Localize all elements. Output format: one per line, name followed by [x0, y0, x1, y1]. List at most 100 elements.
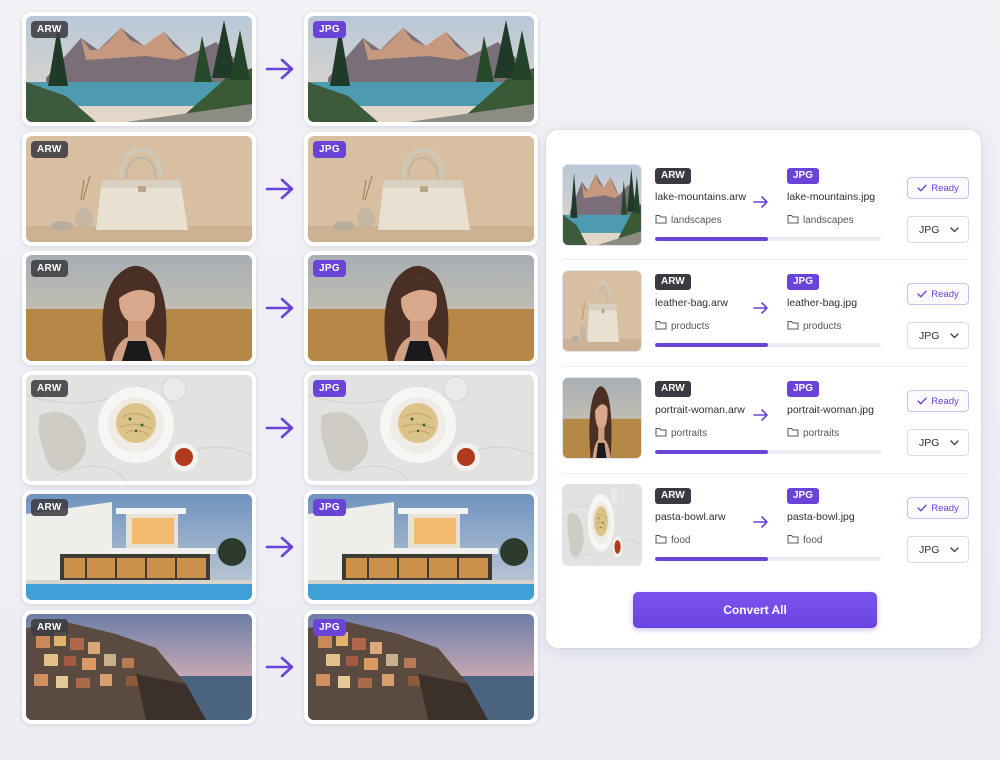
ready-status-button[interactable]: Ready	[907, 283, 969, 305]
source-thumbnail[interactable]: ARW	[22, 490, 256, 605]
arrow-right-icon	[264, 654, 296, 680]
conversion-panel: ARW JPG lake-mountains.arw lake-mountain…	[546, 130, 981, 648]
source-format-tag: ARW	[655, 381, 691, 397]
format-select[interactable]: JPG	[907, 216, 969, 243]
converted-thumbnail[interactable]: JPG	[304, 370, 538, 485]
format-select[interactable]: JPG	[907, 429, 969, 456]
chevron-down-icon	[950, 227, 959, 233]
status-label: Ready	[931, 182, 959, 194]
row-divider	[562, 473, 967, 474]
format-select[interactable]: JPG	[907, 536, 969, 563]
progress-bar	[655, 237, 881, 241]
ready-status-button[interactable]: Ready	[907, 390, 969, 412]
target-format-badge: JPG	[313, 21, 346, 38]
check-icon	[917, 184, 927, 192]
comparison-row-portrait: ARW JPG	[22, 251, 540, 366]
folder-label: portraits	[671, 428, 708, 439]
status-label: Ready	[931, 502, 959, 514]
source-filename: pasta-bowl.arw	[655, 511, 726, 523]
folder-label: products	[803, 321, 842, 332]
comparison-row-mountains: ARW JPG	[22, 12, 540, 126]
progress-bar	[655, 343, 881, 347]
folder-label: food	[671, 535, 691, 546]
file-thumbnail	[562, 484, 642, 566]
converted-thumbnail[interactable]: JPG	[304, 131, 538, 246]
progress-fill	[655, 343, 768, 347]
output-folder: products	[787, 320, 841, 332]
folder-label: portraits	[803, 428, 840, 439]
output-filename: leather-bag.jpg	[787, 297, 858, 309]
arrow-right-icon	[264, 534, 296, 560]
folder-icon	[787, 214, 799, 224]
converted-thumbnail[interactable]: JPG	[304, 609, 538, 724]
folder-label: landscapes	[803, 215, 854, 226]
source-format-tag: ARW	[655, 168, 691, 184]
source-format-badge: ARW	[31, 499, 68, 517]
target-format-tag: JPG	[787, 488, 820, 504]
file-thumbnail	[562, 377, 642, 459]
output-folder: landscapes	[787, 214, 854, 226]
target-format-tag: JPG	[787, 381, 820, 397]
folder-icon	[655, 534, 667, 544]
chevron-down-icon	[950, 547, 959, 553]
source-thumbnail[interactable]: ARW	[22, 251, 256, 366]
convert-all-button[interactable]: Convert All	[633, 592, 877, 628]
format-select-value: JPG	[919, 223, 940, 236]
source-format-tag: ARW	[655, 274, 691, 290]
comparison-row-house: ARW JPG	[22, 490, 540, 605]
source-thumbnail[interactable]: ARW	[22, 131, 256, 246]
source-format-badge: ARW	[31, 21, 68, 38]
source-folder: portraits	[655, 427, 707, 439]
source-folder: landscapes	[655, 214, 722, 226]
progress-fill	[655, 237, 768, 241]
target-format-badge: JPG	[313, 260, 346, 278]
arrow-right-icon	[264, 415, 296, 441]
source-folder: food	[655, 534, 690, 546]
comparison-row-bag: ARW JPG	[22, 131, 540, 246]
folder-label: landscapes	[671, 215, 722, 226]
file-row: ARW JPG leather-bag.arw leather-bag.jpg …	[562, 270, 969, 362]
arrow-right-icon	[752, 195, 770, 209]
converted-thumbnail[interactable]: JPG	[304, 490, 538, 605]
file-row: ARW JPG lake-mountains.arw lake-mountain…	[562, 164, 969, 256]
status-label: Ready	[931, 288, 959, 300]
source-format-badge: ARW	[31, 140, 68, 158]
source-folder: products	[655, 320, 709, 332]
chevron-down-icon	[950, 440, 959, 446]
comparison-row-coast: ARW JPG	[22, 609, 540, 724]
file-thumbnail	[562, 164, 642, 246]
target-format-tag: JPG	[787, 168, 820, 184]
arrow-right-icon	[264, 176, 296, 202]
target-format-badge: JPG	[313, 618, 346, 636]
folder-label: food	[803, 535, 823, 546]
ready-status-button[interactable]: Ready	[907, 497, 969, 519]
check-icon	[917, 397, 927, 405]
format-select-value: JPG	[919, 329, 940, 342]
source-thumbnail[interactable]: ARW	[22, 370, 256, 485]
converted-thumbnail[interactable]: JPG	[304, 12, 538, 126]
arrow-right-icon	[752, 515, 770, 529]
source-format-badge: ARW	[31, 260, 68, 278]
row-divider	[562, 366, 967, 367]
folder-icon	[787, 320, 799, 330]
arrow-right-icon	[752, 408, 770, 422]
source-format-tag: ARW	[655, 488, 691, 504]
converted-thumbnail[interactable]: JPG	[304, 251, 538, 366]
target-format-badge: JPG	[313, 140, 346, 158]
source-filename: leather-bag.arw	[655, 297, 728, 309]
format-select[interactable]: JPG	[907, 322, 969, 349]
source-thumbnail[interactable]: ARW	[22, 609, 256, 724]
folder-icon	[655, 320, 667, 330]
file-row: ARW JPG portrait-woman.arw portrait-woma…	[562, 377, 969, 469]
source-format-badge: ARW	[31, 379, 68, 397]
chevron-down-icon	[950, 333, 959, 339]
source-thumbnail[interactable]: ARW	[22, 12, 256, 126]
format-select-value: JPG	[919, 543, 940, 556]
status-label: Ready	[931, 395, 959, 407]
comparison-grid: ARW JPG ARW JPG ARW JPG ARW JPG ARW JPG …	[22, 12, 540, 730]
ready-status-button[interactable]: Ready	[907, 177, 969, 199]
output-folder: food	[787, 534, 822, 546]
folder-icon	[655, 214, 667, 224]
output-filename: pasta-bowl.jpg	[787, 511, 855, 523]
source-filename: portrait-woman.arw	[655, 404, 745, 416]
